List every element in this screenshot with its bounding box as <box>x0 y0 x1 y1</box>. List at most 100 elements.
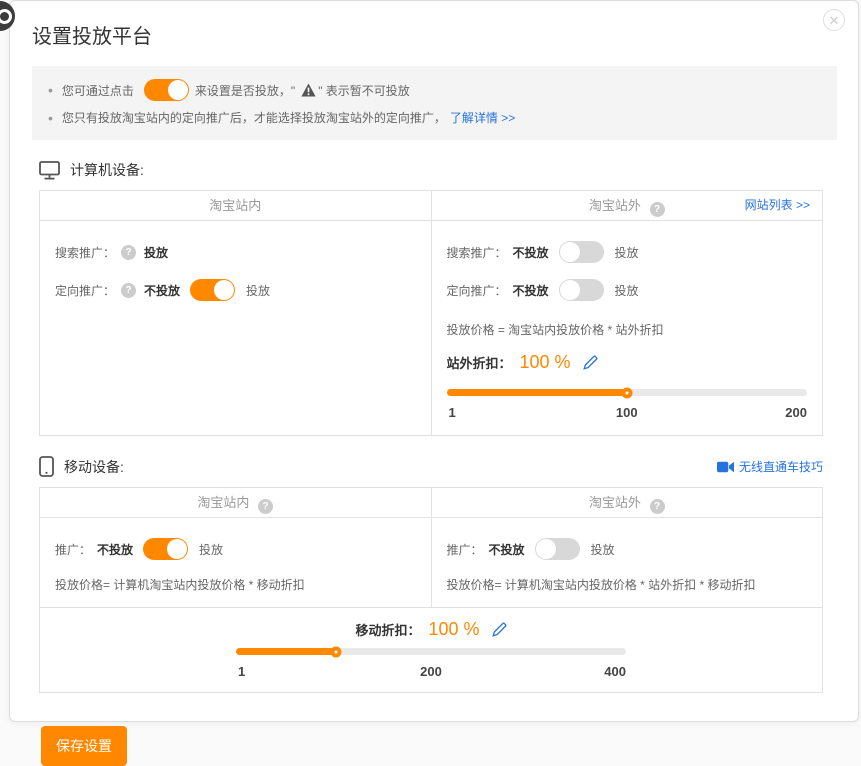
help-icon[interactable]: ? <box>650 499 665 514</box>
search-promo-row: 搜索推广： 不投放 投放 <box>447 241 808 263</box>
video-camera-icon <box>717 461 734 473</box>
learn-more-link[interactable]: 了解详情 >> <box>450 109 515 126</box>
promo-row: 推广： 不投放 投放 <box>55 538 416 560</box>
promo-row: 推广： 不投放 投放 <box>447 538 808 560</box>
phone-icon <box>39 456 54 477</box>
wireless-tips-label: 无线直通车技巧 <box>739 458 823 475</box>
offsite-discount-label: 站外折扣： <box>447 353 512 372</box>
tick-max: 400 <box>604 664 626 679</box>
slider-ticks: 1 200 400 <box>236 664 626 680</box>
offsite-discount-value: 100 % <box>520 352 571 373</box>
page-title: 设置投放平台 <box>32 20 836 49</box>
toggle-knob <box>560 242 580 262</box>
mobile-onsite-formula: 投放价格= 计算机淘宝站内投放价格 * 移动折扣 <box>55 576 416 593</box>
promo-off-label: 不投放 <box>97 541 133 558</box>
notice-text: 您只有投放淘宝站内的定向推广后，才能选择投放淘宝站外的定向推广， <box>62 109 446 126</box>
help-icon[interactable]: ? <box>258 499 273 514</box>
help-icon[interactable]: ? <box>650 202 665 217</box>
target-on-label: 投放 <box>246 282 270 299</box>
bullet-dot: • <box>48 110 53 126</box>
mobile-offsite-formula: 投放价格= 计算机淘宝站内投放价格 * 站外折扣 * 移动折扣 <box>447 576 808 593</box>
help-icon[interactable]: ? <box>121 283 136 298</box>
offsite-discount-row: 站外折扣： 100 % <box>447 352 808 373</box>
computer-onsite-target-toggle[interactable] <box>190 279 235 301</box>
target-promo-label: 定向推广： <box>447 282 507 299</box>
tick-min: 1 <box>449 405 456 420</box>
offsite-discount-slider[interactable]: 1 100 200 <box>447 389 808 421</box>
mobile-table: 淘宝站内 ? 淘宝站外 ? 推广： 不投放 投放 投放价格= 计算机淘宝站内投放… <box>39 487 823 693</box>
demo-toggle[interactable] <box>144 79 189 101</box>
tick-mid: 200 <box>420 664 442 679</box>
mobile-offsite-cell: 推广： 不投放 投放 投放价格= 计算机淘宝站内投放价格 * 站外折扣 * 移动… <box>431 518 823 607</box>
promo-label: 推广： <box>55 541 91 558</box>
tick-min: 1 <box>238 664 245 679</box>
notice-line-1: • 您可通过点击 来设置是否投放，" " 表示暂不可投放 <box>48 75 821 105</box>
search-off-label: 不投放 <box>513 244 549 261</box>
notice-box: • 您可通过点击 来设置是否投放，" " 表示暂不可投放 • 您只有投放淘宝站内… <box>32 66 837 140</box>
computer-table-header: 淘宝站内 淘宝站外 ? 网站列表 >> <box>40 191 822 221</box>
promo-label: 推广： <box>447 541 483 558</box>
target-off-label: 不投放 <box>513 282 549 299</box>
notice-text: 来设置是否投放，" <box>195 82 295 99</box>
slider-handle[interactable] <box>621 387 632 398</box>
mobile-onsite-promo-toggle[interactable] <box>143 538 188 560</box>
computer-icon <box>39 161 60 180</box>
target-promo-row: 定向推广： ? 不投放 投放 <box>55 279 416 301</box>
slider-track[interactable] <box>447 389 808 396</box>
col-header-label: 淘宝站内 <box>209 198 261 213</box>
close-icon[interactable]: ✕ <box>823 9 845 31</box>
notice-line-2: • 您只有投放淘宝站内的定向推广后，才能选择投放淘宝站外的定向推广， 了解详情 … <box>48 105 821 130</box>
tick-mid: 100 <box>616 405 638 420</box>
mobile-section-title: 移动设备: <box>64 457 124 477</box>
computer-offsite-search-toggle[interactable] <box>559 241 604 263</box>
notice-text: " 表示暂不可投放 <box>318 82 410 99</box>
target-off-label: 不投放 <box>144 282 180 299</box>
search-on-label: 投放 <box>615 244 639 261</box>
col-header-label: 淘宝站内 <box>197 495 249 510</box>
slider-track[interactable] <box>236 648 626 655</box>
edit-icon[interactable] <box>492 622 507 637</box>
slider-fill <box>236 648 336 655</box>
placement-settings-dialog: ✕ 设置投放平台 • 您可通过点击 来设置是否投放，" " 表示暂不可投放 • … <box>9 0 859 722</box>
target-promo-row: 定向推广： 不投放 投放 <box>447 279 808 301</box>
slider-ticks: 1 100 200 <box>447 405 808 421</box>
mobile-onsite-cell: 推广： 不投放 投放 投放价格= 计算机淘宝站内投放价格 * 移动折扣 <box>40 518 431 607</box>
mobile-discount-header: 移动折扣： 100 % <box>40 619 822 640</box>
promo-on-label: 投放 <box>591 541 615 558</box>
col-header-label: 淘宝站外 <box>589 198 641 213</box>
col-header-taobao-offsite: 淘宝站外 ? <box>431 488 823 517</box>
computer-section-header: 计算机设备: <box>39 160 823 180</box>
mobile-section-header: 移动设备: 无线直通车技巧 <box>39 456 823 477</box>
toggle-knob <box>167 539 187 559</box>
wireless-tips-link[interactable]: 无线直通车技巧 <box>717 458 823 475</box>
mobile-discount-slider[interactable]: 1 200 400 <box>236 648 626 680</box>
toggle-knob <box>214 280 234 300</box>
col-header-taobao-onsite: 淘宝站内 <box>40 191 431 220</box>
notice-text: 您可通过点击 <box>62 82 134 99</box>
mobile-discount-label: 移动折扣： <box>355 620 420 639</box>
computer-section-title: 计算机设备: <box>70 160 144 180</box>
mobile-discount-row: 移动折扣： 100 % 1 200 400 <box>40 607 822 692</box>
save-settings-button[interactable]: 保存设置 <box>41 726 127 766</box>
search-promo-label: 搜索推广： <box>55 244 115 261</box>
slider-handle[interactable] <box>330 646 341 657</box>
slider-fill <box>447 389 627 396</box>
offsite-price-formula: 投放价格 = 淘宝站内投放价格 * 站外折扣 <box>447 321 808 338</box>
edit-icon[interactable] <box>583 355 598 370</box>
toggle-knob <box>536 539 556 559</box>
mobile-offsite-promo-toggle[interactable] <box>535 538 580 560</box>
toggle-knob <box>560 280 580 300</box>
target-on-label: 投放 <box>615 282 639 299</box>
help-icon[interactable]: ? <box>121 245 136 260</box>
computer-offsite-target-toggle[interactable] <box>559 279 604 301</box>
col-header-label: 淘宝站外 <box>589 495 641 510</box>
promo-off-label: 不投放 <box>489 541 525 558</box>
site-list-link[interactable]: 网站列表 >> <box>745 191 810 220</box>
mobile-discount-value: 100 % <box>428 619 479 640</box>
col-header-taobao-onsite: 淘宝站内 ? <box>40 488 431 517</box>
tick-max: 200 <box>785 405 807 420</box>
mobile-table-header: 淘宝站内 ? 淘宝站外 ? <box>40 488 822 518</box>
computer-table: 淘宝站内 淘宝站外 ? 网站列表 >> 搜索推广： ? 投放 定向推广： ? 不… <box>39 190 823 436</box>
warning-icon <box>301 83 316 97</box>
computer-offsite-cell: 搜索推广： 不投放 投放 定向推广： 不投放 投放 投放价格 = 淘宝站内投放价… <box>431 221 823 435</box>
